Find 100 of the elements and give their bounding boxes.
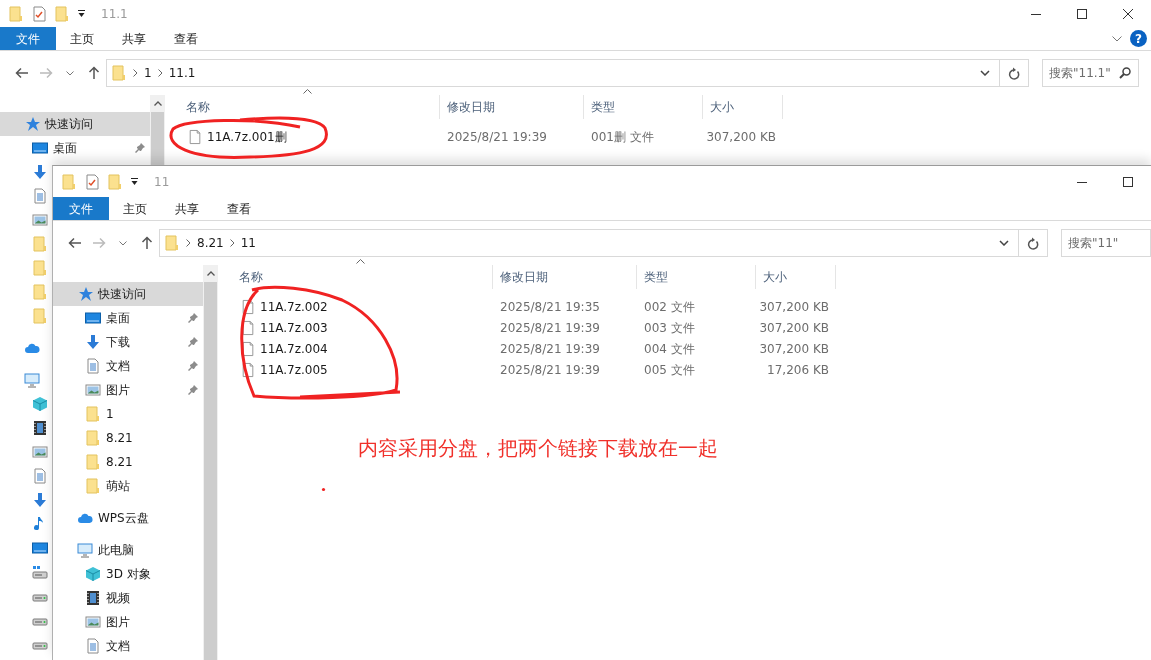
scrollbar-thumb[interactable]: [151, 112, 164, 165]
sidebar-item[interactable]: 视频: [53, 586, 203, 610]
star-icon: [24, 116, 40, 132]
column-header[interactable]: 名称: [179, 95, 440, 119]
sort-caret-icon: [356, 259, 365, 264]
sidebar-item[interactable]: 图片: [53, 378, 203, 402]
pin-icon: [187, 336, 199, 348]
window-title: 11.1: [101, 5, 128, 23]
document-icon: [32, 188, 48, 204]
column-header[interactable]: 修改日期: [493, 265, 637, 289]
file-name-cell[interactable]: 11A.7z.003: [232, 317, 493, 338]
address-bar[interactable]: 1 11.1: [106, 59, 1000, 87]
chevron-down-icon: [66, 70, 74, 76]
breadcrumb-item[interactable]: 11.1: [168, 64, 196, 82]
file-name-cell[interactable]: 11A.7z.001删: [179, 126, 440, 147]
column-header[interactable]: 类型: [584, 95, 703, 119]
table-cell-text: 307,200 KB: [758, 319, 830, 337]
pin-icon: [187, 360, 199, 372]
sidebar-item[interactable]: 快速访问: [53, 282, 203, 306]
sidebar-item[interactable]: WPS云盘: [53, 506, 203, 530]
search-field[interactable]: 搜索"11.1": [1042, 59, 1139, 87]
pin-icon: [187, 384, 199, 396]
sidebar-item[interactable]: 萌站: [53, 474, 203, 498]
sidebar-item[interactable]: 文档: [53, 354, 203, 378]
forward-arrow-icon: [39, 67, 53, 79]
folder-icon: [85, 430, 101, 446]
folder-icon: [32, 260, 48, 276]
scrollbar[interactable]: [150, 95, 165, 165]
breadcrumb-item[interactable]: 1: [144, 64, 152, 82]
properties-icon: [31, 5, 47, 22]
sidebar-item[interactable]: 文档: [53, 634, 203, 658]
search-field[interactable]: 搜索"11": [1061, 229, 1151, 257]
annotation-text: 内容采用分盘，把两个链接下载放在一起: [358, 435, 718, 462]
ribbon-tab[interactable]: 查看: [160, 27, 212, 50]
sidebar-item[interactable]: 8.21: [53, 450, 203, 474]
sidebar-item[interactable]: 快速访问: [0, 112, 150, 136]
pin-icon: [187, 312, 199, 324]
refresh-icon: [1008, 66, 1020, 80]
table-cell-text: 005 文件: [643, 361, 696, 379]
refresh-button[interactable]: [1019, 229, 1048, 257]
sidebar-item[interactable]: 3D 对象: [53, 562, 203, 586]
chevron-up-icon: [206, 271, 215, 276]
refresh-button[interactable]: [1000, 59, 1029, 87]
table-cell-text: 002 文件: [643, 298, 696, 316]
table-cell-text: 2025/8/21 19:39: [499, 319, 601, 337]
help-button[interactable]: ?: [1130, 30, 1147, 47]
folder-icon: [32, 236, 48, 252]
file-name-cell[interactable]: 11A.7z.002: [232, 296, 493, 317]
pin-icon: [134, 142, 146, 154]
chevron-down-icon: [1112, 35, 1122, 42]
up-arrow-icon: [141, 236, 153, 250]
sidebar-item[interactable]: 8.21: [53, 426, 203, 450]
scrollbar-thumb[interactable]: [204, 282, 217, 660]
column-header[interactable]: 大小: [756, 265, 836, 289]
document-icon: [32, 468, 48, 484]
arrow-down-icon: [85, 334, 101, 350]
sidebar-item[interactable]: 下载: [53, 330, 203, 354]
ribbon-tab[interactable]: 主页: [109, 197, 161, 220]
table-cell-text: 2025/8/21 19:35: [499, 298, 601, 316]
address-bar[interactable]: 8.21 11: [159, 229, 1019, 257]
ribbon-tab[interactable]: 共享: [161, 197, 213, 220]
forward-arrow-icon: [92, 237, 106, 249]
breadcrumb-item[interactable]: 11: [240, 234, 256, 252]
scrollbar[interactable]: [203, 265, 218, 660]
sidebar-item[interactable]: 图片: [53, 610, 203, 634]
file-menu-button[interactable]: 文件: [0, 27, 56, 50]
file-menu-button[interactable]: 文件: [53, 197, 109, 220]
ribbon-tab[interactable]: 主页: [56, 27, 108, 50]
film-icon: [85, 590, 101, 606]
breadcrumb-separator-icon: [133, 69, 138, 77]
sidebar-item[interactable]: 此电脑: [53, 538, 203, 562]
column-header[interactable]: 大小: [703, 95, 783, 119]
window-title: 11: [154, 173, 170, 191]
column-header[interactable]: 修改日期: [440, 95, 584, 119]
picture-icon: [85, 382, 101, 398]
file-icon: [241, 361, 255, 378]
sidebar-item[interactable]: 桌面: [0, 136, 150, 160]
table-cell-text: 2025/8/21 19:39: [499, 361, 601, 379]
ribbon-tab[interactable]: 共享: [108, 27, 160, 50]
folder-icon: [107, 173, 123, 190]
table-cell-text: 001删 文件: [590, 128, 655, 146]
document-icon: [85, 358, 101, 374]
search-icon: [1119, 67, 1131, 79]
table-cell-text: 307,200 KB: [758, 298, 830, 316]
ribbon-tab[interactable]: 查看: [213, 197, 265, 220]
table-cell-text: 004 文件: [643, 340, 696, 358]
file-name-cell[interactable]: 11A.7z.005: [232, 359, 493, 380]
column-header[interactable]: 类型: [637, 265, 756, 289]
column-header[interactable]: 名称: [232, 265, 493, 289]
breadcrumb-separator-icon: [186, 239, 191, 247]
table-cell-text: 2025/8/21 19:39: [446, 128, 548, 146]
sidebar-item[interactable]: 桌面: [53, 306, 203, 330]
computer-icon: [24, 372, 40, 388]
breadcrumb-separator-icon: [157, 69, 163, 77]
breadcrumb-item[interactable]: 8.21: [197, 234, 224, 252]
folder-icon: [85, 406, 101, 422]
sidebar-item[interactable]: 1: [53, 402, 203, 426]
folder-icon: [164, 235, 180, 251]
breadcrumb-separator-icon: [229, 239, 235, 247]
file-name-cell[interactable]: 11A.7z.004: [232, 338, 493, 359]
